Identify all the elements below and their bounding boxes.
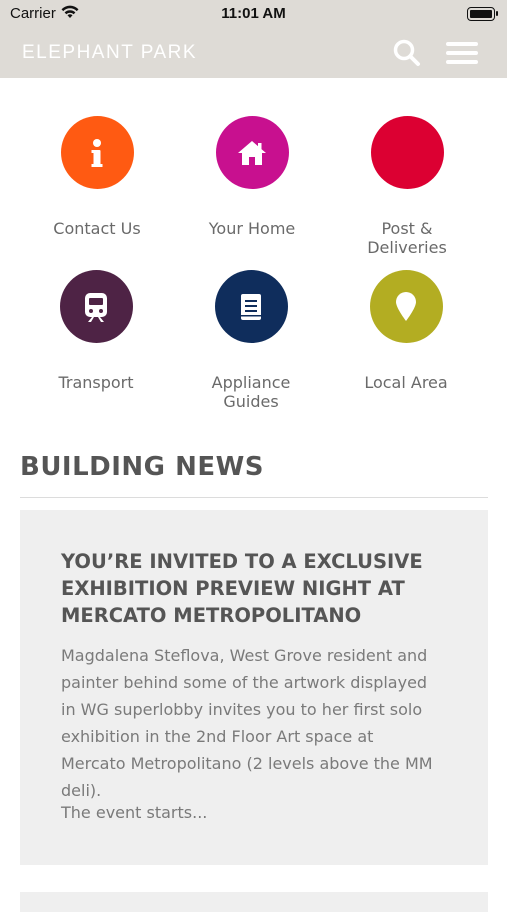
news-card[interactable]: [20, 892, 488, 912]
tile-post-deliveries[interactable]: Post & Deliveries: [332, 116, 482, 257]
battery-icon: [467, 7, 498, 21]
tile-label: Local Area: [364, 373, 448, 392]
post-icon: [370, 116, 444, 189]
search-icon: [393, 39, 420, 66]
tile-label: Appliance Guides: [211, 373, 291, 411]
tile-your-home[interactable]: Your Home: [177, 116, 327, 238]
section-divider: [20, 497, 488, 498]
search-button[interactable]: [392, 38, 422, 68]
news-headline[interactable]: YOU’RE INVITED TO A EXCLUSIVE EXHIBITION…: [61, 548, 461, 629]
status-bar: Carrier 11:01 AM: [0, 0, 507, 28]
tile-appliance-guides[interactable]: Appliance Guides: [176, 270, 326, 411]
info-icon: [60, 116, 134, 189]
section-title-building-news: BUILDING NEWS: [20, 452, 265, 482]
hamburger-menu-icon: [446, 42, 478, 64]
location-pin-icon: [369, 270, 443, 343]
home-icon: [215, 116, 289, 189]
brand-title[interactable]: ELEPHANT PARK: [22, 42, 197, 64]
tile-contact-us[interactable]: Contact Us: [22, 116, 172, 238]
menu-button[interactable]: [446, 42, 478, 64]
status-time: 11:01 AM: [221, 5, 286, 22]
tile-local-area[interactable]: Local Area: [331, 270, 481, 392]
tile-label: Your Home: [208, 219, 296, 238]
news-body: Magdalena Steflova, West Grove resident …: [61, 646, 433, 800]
tile-label: Post & Deliveries: [367, 219, 447, 257]
app-header: ELEPHANT PARK: [0, 28, 507, 78]
tile-transport[interactable]: Transport: [21, 270, 171, 392]
tile-label: Contact Us: [53, 219, 141, 238]
news-card[interactable]: YOU’RE INVITED TO A EXCLUSIVE EXHIBITION…: [20, 510, 488, 865]
book-icon: [214, 270, 288, 343]
train-icon: [59, 270, 133, 343]
tile-label: Transport: [58, 373, 134, 392]
news-excerpt-end: The event starts...: [61, 803, 208, 822]
